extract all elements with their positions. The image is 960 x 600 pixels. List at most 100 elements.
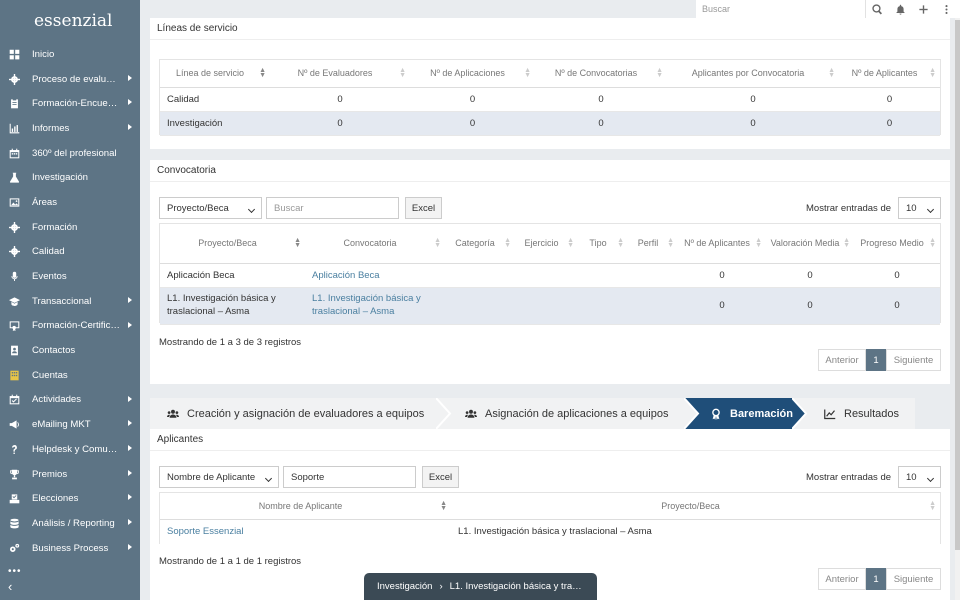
clipboard-icon — [8, 98, 20, 110]
sidebar-item-proceso-de-evalua[interactable]: Proceso de evalua… — [0, 67, 140, 92]
step-creacion[interactable]: Creación y asignación de evaluadores a e… — [150, 398, 450, 429]
prev-page-button[interactable]: Anterior — [818, 568, 866, 590]
lineas-table-wrap: Línea de servicio ▲ ▼ Nº de Evaluadores ▲ ▼ … — [159, 59, 941, 136]
table-row[interactable]: Soporte Essenzial L1. Investigación bási… — [160, 519, 940, 544]
plus-icon[interactable] — [912, 0, 935, 18]
page-size-select[interactable]: 10 — [898, 197, 941, 219]
applicant-link[interactable]: Soporte Essenzial — [160, 519, 451, 544]
flask-icon — [8, 172, 20, 184]
chart-icon — [8, 122, 20, 134]
step-asignacion[interactable]: Asignación de aplicaciones a equipos — [436, 398, 698, 429]
scrollbar-thumb[interactable] — [955, 20, 960, 550]
sidebar-item-informes[interactable]: Informes — [0, 116, 140, 141]
megaphone-icon — [8, 419, 20, 431]
breadcrumb: Investigación › L1. Investigación básica… — [364, 573, 597, 600]
sidebar-item-inicio[interactable]: Inicio — [0, 42, 140, 67]
next-page-button[interactable]: Siguiente — [886, 568, 941, 590]
page-size-label: Mostrar entradas de — [806, 472, 892, 483]
building-icon — [8, 369, 20, 381]
sidebar-item-análisis-reporting[interactable]: Análisis / Reporting — [0, 511, 140, 536]
search-icon[interactable] — [866, 0, 889, 18]
sidebar-item-label: Business Process — [32, 542, 109, 554]
table-row[interactable]: Aplicación Beca Aplicación Beca 0 0 0 — [160, 263, 940, 288]
gear-icon — [8, 221, 20, 233]
collapse-sidebar-icon[interactable]: ‹ — [8, 579, 12, 594]
sidebar-item-label: Investigación — [32, 172, 88, 184]
app-logo[interactable]: essenzial — [0, 0, 140, 42]
sidebar-item-emailing-mkt[interactable]: eMailing MKT — [0, 412, 140, 437]
convocatoria-link[interactable]: L1. Investigación básica y traslacional … — [305, 287, 445, 325]
bell-icon[interactable] — [889, 0, 912, 18]
chevron-right-icon — [128, 321, 132, 328]
column-header[interactable]: Nombre de Aplicante ▲ ▼ — [160, 493, 451, 520]
sidebar-item-label: Contactos — [32, 345, 76, 357]
step-baremacion[interactable]: Baremación — [684, 398, 806, 429]
excel-button[interactable]: Excel — [422, 466, 459, 488]
prev-page-button[interactable]: Anterior — [818, 349, 866, 371]
sidebar-item-label: Helpdesk y Comun… — [32, 443, 120, 455]
chevron-right-icon — [128, 519, 132, 526]
sidebar-item-transaccional[interactable]: Transaccional — [0, 289, 140, 314]
table-row[interactable]: Investigación 0 0 0 0 0 — [160, 111, 940, 136]
column-header[interactable]: Nº de Evaluadores ▲ ▼ — [270, 60, 410, 88]
excel-button[interactable]: Excel — [405, 197, 442, 219]
column-header[interactable]: Progreso Medio ▲ ▼ — [854, 224, 940, 264]
column-header[interactable]: Convocatoria ▲ ▼ — [305, 224, 445, 264]
sidebar-item-premios[interactable]: Premios — [0, 462, 140, 487]
award-icon — [712, 408, 720, 420]
column-header[interactable]: Línea de servicio ▲ ▼ — [160, 60, 270, 88]
global-search-input[interactable]: Buscar — [696, 0, 866, 18]
question-icon — [8, 443, 20, 455]
column-header[interactable]: Nº de Aplicaciones ▲ ▼ — [410, 60, 535, 88]
column-header[interactable]: Aplicantes por Convocatoria ▲ ▼ — [667, 60, 839, 88]
column-header[interactable]: Tipo ▲ ▼ — [578, 224, 628, 264]
convocatoria-panel: Convocatoria Proyecto/Beca Buscar Excel … — [150, 160, 950, 384]
step-resultados[interactable]: Resultados — [792, 398, 915, 429]
chevron-right-icon — [128, 74, 132, 81]
sidebar-item-cuentas[interactable]: Cuentas — [0, 363, 140, 388]
page-1-button[interactable]: 1 — [866, 349, 886, 371]
page-1-button[interactable]: 1 — [866, 568, 886, 590]
table-row[interactable]: Calidad 0 0 0 0 0 — [160, 87, 940, 112]
page-size-label: Mostrar entradas de — [806, 203, 892, 214]
column-header[interactable]: Proyecto/Beca ▲ ▼ — [451, 493, 940, 520]
breadcrumb-item[interactable]: Investigación — [377, 581, 432, 592]
sidebar-item-actividades[interactable]: Actividades — [0, 388, 140, 413]
column-header[interactable]: Nº de Aplicantes ▲ ▼ — [678, 224, 766, 264]
process-steps: Creación y asignación de evaluadores a e… — [150, 398, 915, 429]
sidebar-item-business-process[interactable]: Business Process — [0, 536, 140, 561]
next-page-button[interactable]: Siguiente — [886, 349, 941, 371]
column-header[interactable]: Perfil ▲ ▼ — [628, 224, 678, 264]
lineas-table: Línea de servicio ▲ ▼ Nº de Evaluadores ▲ ▼ … — [160, 60, 940, 136]
sidebar-item-360-del-profesional[interactable]: 360º del profesional — [0, 141, 140, 166]
page-size-select[interactable]: 10 — [898, 466, 941, 488]
filter-field-select[interactable]: Proyecto/Beca — [159, 197, 262, 219]
sidebar-item-formación-certific[interactable]: Formación-Certific… — [0, 314, 140, 339]
sidebar-item-formación-encues[interactable]: Formación-Encues… — [0, 91, 140, 116]
table-row[interactable]: L1. Investigación básica y traslacional … — [160, 287, 940, 325]
sidebar-item-eventos[interactable]: Eventos — [0, 264, 140, 289]
sidebar-item-formación[interactable]: Formación — [0, 215, 140, 240]
column-header[interactable]: Proyecto/Beca ▲ ▼ — [160, 224, 305, 264]
trophy-icon — [8, 468, 20, 480]
filter-field-select[interactable]: Nombre de Aplicante — [159, 466, 279, 488]
column-header[interactable]: Valoración Media ▲ ▼ — [766, 224, 854, 264]
vote-icon — [8, 493, 20, 505]
column-header[interactable]: Nº de Convocatorias ▲ ▼ — [535, 60, 667, 88]
column-header[interactable]: Nº de Aplicantes ▲ ▼ — [839, 60, 940, 88]
sidebar-item-helpdesk-y-comun[interactable]: Helpdesk y Comun… — [0, 437, 140, 462]
more-menu[interactable]: ••• — [8, 566, 22, 577]
search-input[interactable]: Soporte — [283, 466, 416, 488]
column-header[interactable]: Ejercicio ▲ ▼ — [515, 224, 578, 264]
sidebar-item-elecciones[interactable]: Elecciones — [0, 486, 140, 511]
convocatoria-link[interactable]: Aplicación Beca — [305, 263, 445, 288]
breadcrumb-item[interactable]: L1. Investigación básica y tra… — [450, 581, 582, 592]
sidebar-item-investigación[interactable]: Investigación — [0, 165, 140, 190]
sidebar-item-calidad[interactable]: Calidad — [0, 240, 140, 265]
column-header[interactable]: Categoría ▲ ▼ — [445, 224, 515, 264]
search-input[interactable]: Buscar — [266, 197, 399, 219]
sidebar-item-áreas[interactable]: Áreas — [0, 190, 140, 215]
kebab-menu-icon[interactable] — [935, 0, 958, 18]
sidebar-item-contactos[interactable]: Contactos — [0, 338, 140, 363]
chevron-right-icon — [128, 543, 132, 550]
